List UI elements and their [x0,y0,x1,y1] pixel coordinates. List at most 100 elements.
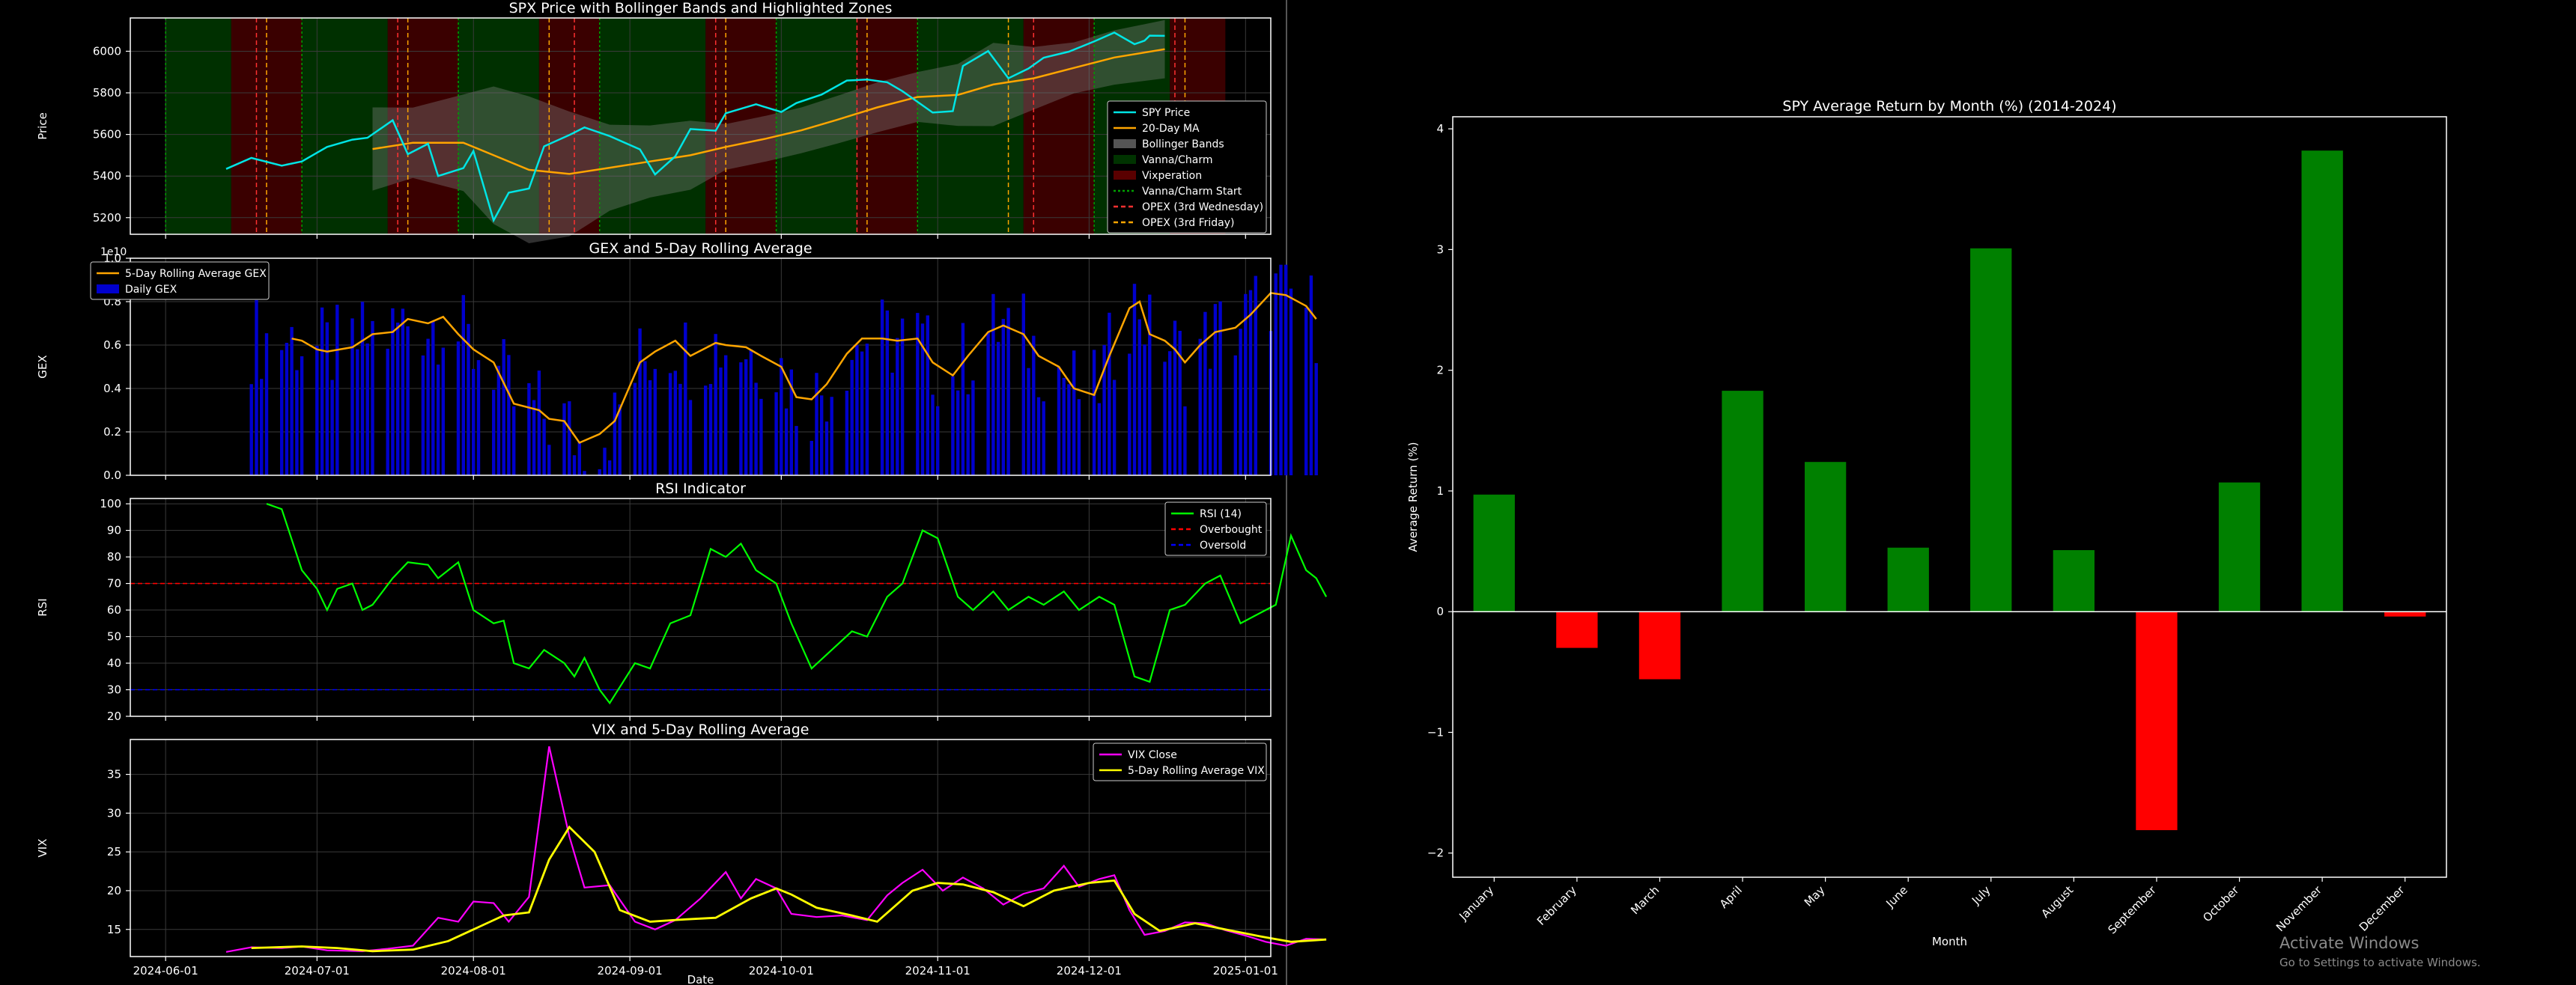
gex-daily-bar [714,334,717,475]
spx-ytick-label: 5200 [93,211,121,225]
gex-ylabel: GEX [36,355,49,378]
gex-daily-bar [527,382,531,475]
gex-daily-bar [406,326,410,475]
gex-daily-bar [951,376,955,475]
gex-daily-bar [820,395,824,475]
gex-daily-bar [421,355,425,475]
gex-daily-bar [330,379,334,475]
gex-daily-bar [360,302,365,475]
gex-legend-label: Daily GEX [125,284,177,296]
gex-daily-bar [1173,320,1177,475]
gex-daily-bar [492,389,496,475]
gex-daily-bar [749,349,753,475]
gex-ytick-label: 0.2 [103,425,121,439]
vix-ytick-label: 30 [107,806,121,820]
month-bar [1970,248,2012,612]
gex-daily-bar [1274,273,1278,475]
gex-daily-bar [542,418,546,475]
gex-daily-bar [1168,351,1172,475]
gex-daily-bar [1137,319,1141,475]
gex-daily-bar [255,299,258,475]
gex-daily-bar [320,307,324,475]
rsi-ytick-label: 100 [100,497,121,510]
gex-daily-bar [966,394,970,475]
gex-daily-bar [618,404,622,475]
spx-price-chart: 5200 5400 5600 5800 6000 SPX Price with Bolli… [36,0,1272,244]
gex-daily-bar [931,394,935,475]
gex-daily-bar [249,384,253,475]
spx-legend-label: Vanna/Charm [1142,154,1213,166]
gex-daily-bar [784,408,789,475]
gex-daily-bar [496,365,501,475]
spx-legend-label: Vanna/Charm Start [1142,186,1242,198]
gex-daily-bar [1148,294,1152,475]
gex-daily-bar [1112,379,1117,475]
vix-legend-label: 5-Day Rolling Average VIX [1128,765,1265,777]
spx-legend-label: SPY Price [1142,107,1190,119]
vix-xtick-label: 2024-11-01 [905,964,970,978]
rsi-legend-label: Oversold [1200,540,1246,552]
vix-ytick-label: 35 [107,768,121,781]
gex-daily-bar [1128,353,1131,475]
gex-daily-bar [688,400,693,475]
gex-daily-bar [472,368,476,475]
gex-daily-bar [961,323,965,475]
gex-daily-bar [598,469,601,475]
gex-daily-bar [633,382,637,475]
month-ytick-label: 4 [1436,122,1444,135]
gex-daily-bar [1309,275,1313,475]
month-bar [1887,547,1929,612]
month-ytick-label: 1 [1436,484,1444,498]
gex-daily-bar [986,332,990,475]
gex-legend-patch [97,284,119,293]
gex-daily-bar [476,360,481,475]
gex-daily-bar [532,400,536,475]
rsi-ytick-label: 80 [107,550,121,564]
gex-daily-bar [356,349,359,475]
gex-daily-bar [1289,288,1293,475]
spx-legend-label: Bollinger Bands [1142,138,1224,150]
gex-scale-label: 1e10 [100,246,127,258]
vix-xtick-label: 2024-12-01 [1057,964,1122,978]
gex-daily-bar [1248,290,1253,475]
vix-xlabel: Date [687,973,714,985]
gex-daily-bar [325,322,329,475]
gex-daily-bar [956,390,960,475]
vix-ytick-label: 25 [107,845,121,859]
gex-daily-bar [1163,362,1167,475]
gex-daily-bar [572,455,577,475]
gex-daily-bar [724,355,728,475]
rsi-ytick-label: 40 [107,656,121,670]
spx-legend-label: OPEX (3rd Wednesday) [1142,201,1263,213]
gex-daily-bar [608,460,612,475]
gex-daily-bar [1279,264,1283,475]
gex-daily-bar [1036,397,1041,475]
gex-daily-bar [708,384,713,475]
vix-xtick-label: 2024-10-01 [749,964,814,978]
rsi-chart: 20 30 40 50 60 70 80 90 100 RSI Indicator RSI RSI (… [36,481,1328,723]
gex-daily-bar [1132,284,1137,475]
vanna-charm-zone [165,18,231,234]
gex-daily-bar [436,365,440,475]
spx-legend-label: OPEX (3rd Friday) [1142,217,1234,229]
gex-title: GEX and 5-Day Rolling Average [589,240,812,257]
month-ytick-label: 3 [1436,243,1444,256]
rsi-legend-label: RSI (14) [1200,508,1242,520]
gex-daily-bar [562,403,566,475]
gex-daily-bar [1032,335,1036,475]
gex-daily-bar [1062,377,1066,475]
gex-daily-bar [774,392,778,475]
gex-daily-bar [315,346,319,475]
month-ylabel: Average Return (%) [1406,442,1420,552]
gex-legend-label: 5-Day Rolling Average GEX [125,268,267,280]
gex-daily-bar [1057,367,1061,475]
rsi-title: RSI Indicator [655,481,746,497]
rsi-ytick-label: 20 [107,710,121,723]
gex-daily-bar [1213,304,1218,475]
gex-daily-bar [1203,311,1207,475]
gex-daily-bar [290,326,294,475]
gex-daily-bar [653,368,657,475]
gex-daily-bar [1198,338,1202,475]
gex-daily-bar [754,382,758,475]
gex-daily-bar [396,323,400,475]
